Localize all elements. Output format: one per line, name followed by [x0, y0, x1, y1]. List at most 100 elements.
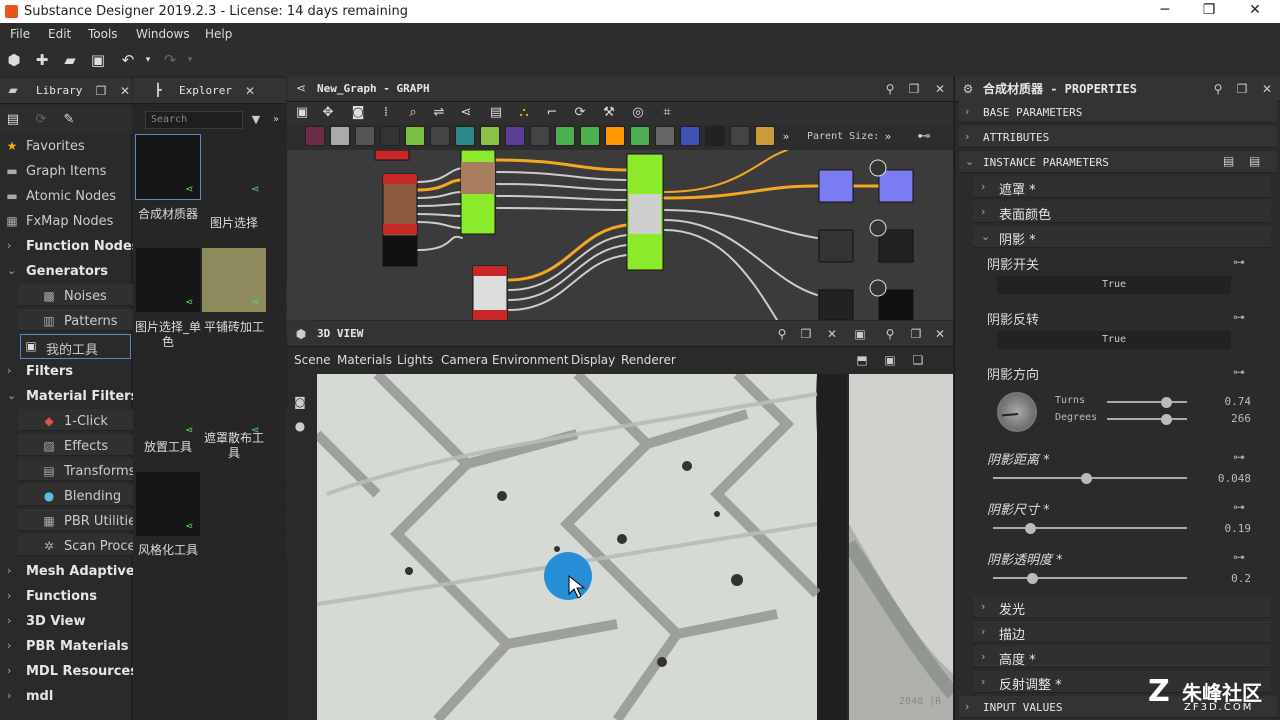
library-item-functions[interactable]: › Functions	[0, 584, 132, 609]
menu-materials[interactable]: Materials	[337, 353, 392, 367]
explorer-tile[interactable]: ⋖	[136, 248, 200, 312]
shadow-opacity-slider[interactable]	[993, 573, 1187, 584]
shadow-opacity-value[interactable]: 0.2	[1191, 572, 1251, 585]
share-icon[interactable]: ⋖	[457, 104, 475, 122]
histogram-icon[interactable]	[755, 126, 775, 146]
turns-value[interactable]: 0.74	[1191, 395, 1252, 408]
library-item-filters[interactable]: › Filters	[0, 359, 132, 384]
shadow-distance-value[interactable]: 0.048	[1191, 472, 1251, 485]
hsl-node-icon[interactable]	[630, 126, 650, 146]
slider-knob[interactable]	[1161, 397, 1173, 408]
open-folder-icon[interactable]: ▰	[61, 51, 79, 69]
pin-icon[interactable]: ⚲	[775, 327, 789, 341]
shadow-size-value[interactable]: 0.19	[1191, 522, 1252, 535]
output-cube-icon[interactable]	[869, 279, 887, 297]
library-item-fxmap-nodes[interactable]: ▦ FxMap Nodes	[0, 209, 132, 234]
save-icon[interactable]: ▣	[89, 51, 107, 69]
shadow-size-slider[interactable]	[993, 523, 1187, 534]
link-icon[interactable]: ⇌	[430, 104, 448, 122]
float-icon[interactable]: ❐	[94, 84, 108, 98]
undo-dropdown-icon[interactable]: ▾	[139, 51, 157, 69]
graph-node[interactable]	[818, 169, 854, 203]
new-graph-icon[interactable]: ✚	[33, 51, 51, 69]
group-shadow[interactable]: ⌄ 阴影 *	[973, 226, 1271, 248]
graph-node[interactable]	[878, 169, 914, 203]
frame-all-icon[interactable]: ▣	[293, 104, 311, 122]
input-node-icon[interactable]	[580, 126, 600, 146]
section-attributes[interactable]: › ATTRIBUTES	[959, 126, 1277, 148]
float-icon[interactable]: ❐	[799, 327, 813, 341]
group-surface-color[interactable]: › 表面颜色	[973, 201, 1271, 223]
curve-map-icon[interactable]	[730, 126, 750, 146]
explorer-tile[interactable]: ⋖	[135, 134, 201, 200]
shadow-distance-slider[interactable]	[993, 473, 1187, 484]
compare-icon[interactable]: ◎	[629, 104, 647, 122]
crop-icon[interactable]: ⌗	[658, 104, 676, 122]
close-graph-icon[interactable]: ✕	[933, 82, 947, 96]
restore-icon[interactable]: ❐	[1194, 2, 1224, 20]
minimize-icon[interactable]: ─	[1150, 2, 1180, 20]
svg-node-icon[interactable]	[330, 126, 350, 146]
explorer-tile[interactable]: ⋖	[136, 472, 200, 536]
library-item-mdl[interactable]: › mdl	[0, 684, 132, 709]
graph-canvas[interactable]	[287, 150, 953, 320]
library-item-favorites[interactable]: ★ Favorites	[0, 134, 132, 159]
close-explorer-icon[interactable]: ✕	[243, 84, 257, 98]
turns-slider[interactable]	[1107, 397, 1187, 408]
reset-icon[interactable]: ⊶	[1233, 450, 1251, 464]
warp-node-icon[interactable]	[605, 126, 625, 146]
library-item-mdl-resources[interactable]: › MDL Resources	[0, 659, 138, 684]
explorer-tile[interactable]: ⋖	[202, 248, 266, 312]
reset-icon[interactable]: ⊶	[1233, 365, 1251, 379]
library-item-my-tools[interactable]: ▣ 我的工具	[20, 334, 131, 359]
library-item-function-nodes[interactable]: › Function Nodes	[0, 234, 140, 259]
library-item-atomic-nodes[interactable]: ▬ Atomic Nodes	[0, 184, 132, 209]
pin-icon[interactable]: ⚲	[883, 327, 897, 341]
layout-icon[interactable]: ▤	[487, 104, 505, 122]
copy-icon[interactable]: ❏	[911, 353, 925, 367]
output-node-icon[interactable]	[555, 126, 575, 146]
shadow-invert-toggle[interactable]: True	[997, 331, 1231, 349]
library-item-generators[interactable]: ⌄ Generators	[0, 259, 132, 284]
blend-node-icon[interactable]	[430, 126, 450, 146]
light-bulb-icon[interactable]: ●	[293, 419, 307, 433]
new-item-icon[interactable]: ▤	[4, 111, 22, 129]
shadow-switch-toggle[interactable]: True	[997, 276, 1231, 294]
menu-edit[interactable]: Edit	[48, 27, 71, 41]
output-cube-icon[interactable]	[869, 219, 887, 237]
slider-knob[interactable]	[1161, 414, 1173, 425]
preset-icon[interactable]: ▤	[1223, 154, 1234, 168]
pin-icon[interactable]: ⚲	[883, 82, 897, 96]
close-3d-view-icon[interactable]: ✕	[825, 327, 839, 341]
menu-display[interactable]: Display	[571, 353, 615, 367]
library-item-3d-view[interactable]: › 3D View	[0, 609, 132, 634]
uniform-color-icon[interactable]	[355, 126, 375, 146]
library-item-graph-items[interactable]: ▬ Graph Items	[0, 159, 132, 184]
align-icon[interactable]: ⁞	[377, 104, 395, 122]
toggle-icon[interactable]: ⊷	[915, 128, 933, 146]
group-stroke[interactable]: › 描边	[973, 621, 1271, 643]
expand-icon[interactable]: »	[879, 128, 897, 146]
slider-knob[interactable]	[1024, 523, 1036, 534]
screenshot-icon[interactable]: ◙	[349, 104, 367, 122]
preset-list-icon[interactable]: ▤	[1249, 154, 1260, 168]
graph-node[interactable]	[374, 150, 410, 161]
menu-environment[interactable]: Environment	[492, 353, 569, 367]
menu-tools[interactable]: Tools	[88, 27, 118, 41]
reset-icon[interactable]: ⊶	[1233, 310, 1251, 324]
library-item-material-filters[interactable]: ⌄ Material Filters	[0, 384, 138, 409]
graph-node[interactable]	[878, 229, 914, 263]
search-input[interactable]: Search	[145, 111, 243, 129]
float-icon[interactable]: ❐	[909, 327, 923, 341]
slider-knob[interactable]	[1081, 473, 1093, 484]
wrench-icon[interactable]: ⚒	[600, 104, 618, 122]
search-icon[interactable]: ⌕	[404, 104, 422, 122]
normal-node-icon[interactable]	[655, 126, 675, 146]
camera-icon[interactable]: ◙	[293, 395, 307, 409]
close-library-icon[interactable]: ✕	[118, 84, 132, 98]
redo-icon[interactable]: ↷	[161, 51, 179, 69]
more-nodes-icon[interactable]: »	[777, 128, 795, 146]
float-icon[interactable]: ❐	[907, 82, 921, 96]
frame-selected-icon[interactable]: ✥	[319, 104, 337, 122]
section-base-parameters[interactable]: › BASE PARAMETERS	[959, 101, 1277, 123]
